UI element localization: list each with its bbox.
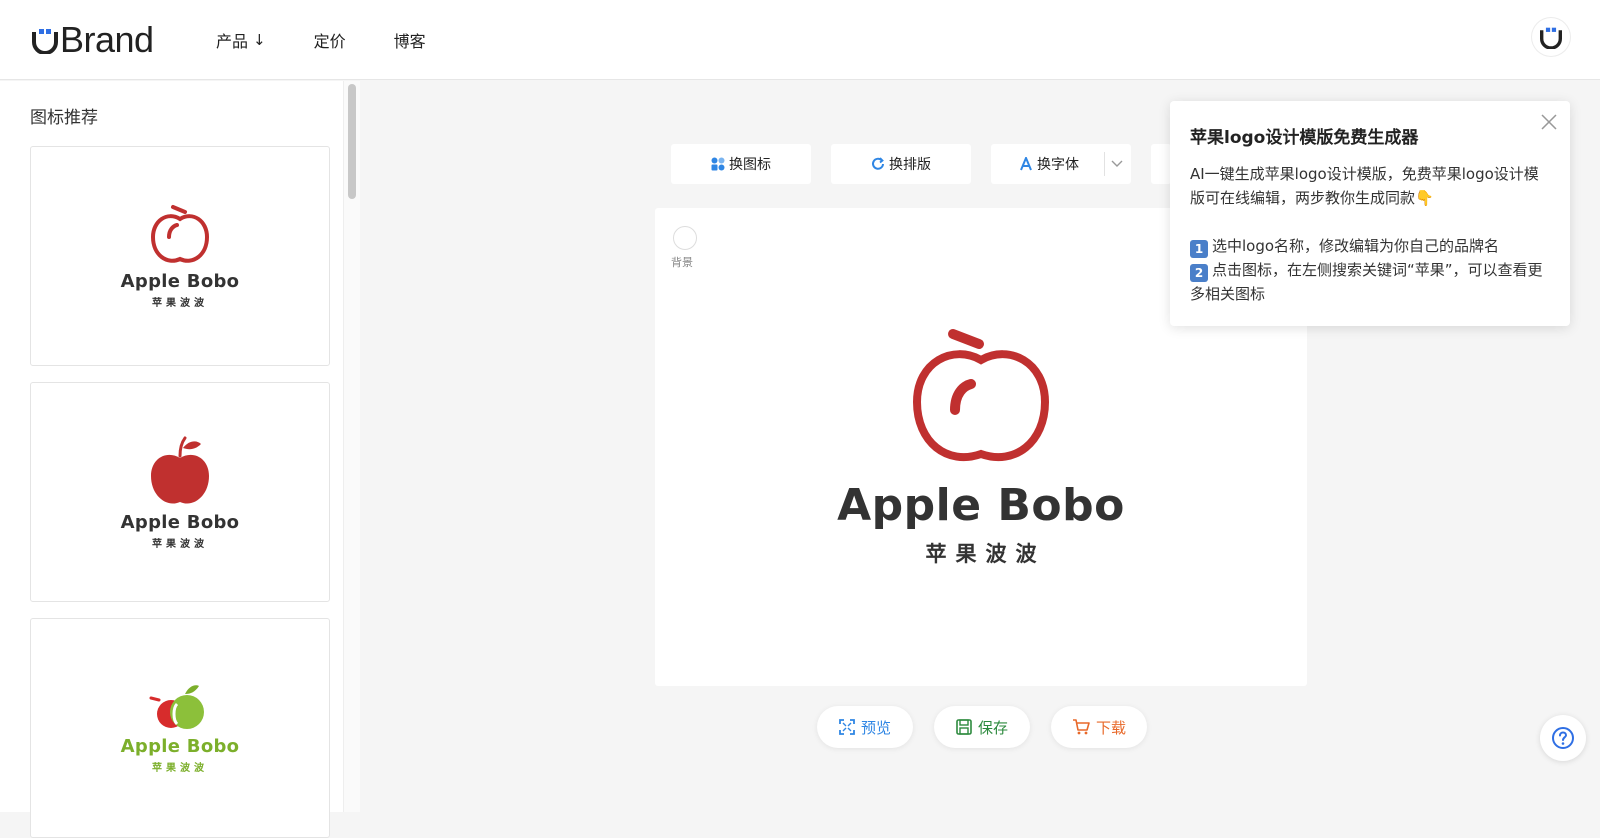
logo-name-text[interactable]: Apple Bobo [655, 480, 1307, 531]
step-2-badge: 2 [1190, 264, 1208, 282]
logo-sub-text[interactable]: 苹果波波 [655, 538, 1307, 568]
popup-spacer [1190, 210, 1550, 234]
nav-blog-label: 博客 [393, 32, 426, 51]
brand-u-icon [32, 29, 58, 54]
logo-card[interactable]: Apple Bobo 苹果波波 [30, 618, 330, 838]
icon-recommend-sidebar: 图标推荐 Apple Bobo 苹果波波 Apple Bobo 苹果波波 App… [0, 81, 360, 838]
card-logo-name: Apple Bobo [120, 512, 240, 533]
brand-name: Brand [60, 19, 154, 60]
cart-icon [1072, 719, 1090, 735]
change-layout-label: 换排版 [889, 157, 931, 173]
popup-step-2-text: 点击图标，在左侧搜索关键词“苹果”，可以查看更多相关图标 [1190, 261, 1543, 303]
nav-products[interactable]: 产品 ↓ [216, 28, 266, 52]
change-font-label: 换字体 [1037, 157, 1079, 173]
close-icon[interactable] [1540, 113, 1558, 131]
sidebar-scrollbar-thumb[interactable] [348, 84, 356, 199]
preview-button[interactable]: 预览 [817, 706, 913, 748]
logo-card[interactable]: Apple Bobo 苹果波波 [30, 146, 330, 366]
background-label: 背景 [671, 256, 693, 269]
card-logo-sub: 苹果波波 [152, 298, 208, 309]
top-header: Brand 产品 ↓ 定价 博客 [0, 0, 1600, 80]
download-button[interactable]: 下载 [1051, 706, 1147, 748]
main-nav: 产品 ↓ 定价 博客 [216, 0, 426, 80]
download-label: 下载 [1095, 718, 1126, 737]
chevron-down-icon[interactable] [1111, 160, 1123, 168]
nav-blog[interactable]: 博客 [394, 28, 426, 52]
save-label: 保存 [977, 718, 1008, 737]
popup-title: 苹果logo设计模版免费生成器 [1190, 128, 1419, 148]
popup-step-1: 1 选中logo名称，修改编辑为你自己的品牌名 [1190, 234, 1550, 258]
apple-solid-icon [151, 436, 209, 504]
step-1-badge: 1 [1190, 240, 1208, 258]
shapes-icon [711, 157, 725, 171]
template-info-popup: 苹果logo设计模版免费生成器 AI一键生成苹果logo设计模版，免费苹果log… [1170, 101, 1570, 326]
arrow-down-icon: ↓ [253, 31, 266, 49]
brand-logo[interactable]: Brand [32, 19, 154, 60]
user-avatar[interactable] [1532, 18, 1570, 56]
help-button[interactable] [1540, 715, 1586, 761]
change-font-button[interactable]: 换字体 [991, 144, 1131, 184]
toolbar-more-button[interactable] [1151, 144, 1171, 184]
card-logo-sub: 苹果波波 [152, 763, 208, 774]
nav-pricing[interactable]: 定价 [314, 28, 346, 52]
card-logo-name: Apple Bobo [120, 736, 240, 757]
expand-icon [839, 719, 855, 735]
preview-label: 预览 [860, 718, 891, 737]
question-icon [1552, 727, 1574, 749]
popup-intro: AI一键生成苹果logo设计模版，免费苹果logo设计模版可在线编辑，两步教你生… [1190, 165, 1539, 207]
nav-products-label: 产品 [216, 32, 249, 51]
background-color-picker[interactable] [673, 226, 697, 250]
sidebar-title: 图标推荐 [30, 108, 98, 128]
apple-outline-icon [150, 205, 210, 263]
change-icon-label: 换图标 [729, 157, 771, 173]
card-logo-sub: 苹果波波 [152, 539, 208, 550]
nav-pricing-label: 定价 [313, 32, 346, 51]
avatar-u-icon [1540, 27, 1562, 49]
save-disk-icon [956, 719, 972, 735]
toolbar-divider [1104, 152, 1105, 176]
logo-card[interactable]: Apple Bobo 苹果波波 [30, 382, 330, 602]
font-a-icon [1020, 157, 1032, 171]
popup-step-1-text: 选中logo名称，修改编辑为你自己的品牌名 [1212, 237, 1500, 255]
change-layout-button[interactable]: 换排版 [831, 144, 971, 184]
change-icon-button[interactable]: 换图标 [671, 144, 811, 184]
apple-green-red-icon [149, 685, 204, 729]
popup-step-2: 2 点击图标，在左侧搜索关键词“苹果”，可以查看更多相关图标 [1190, 258, 1550, 306]
refresh-icon [872, 157, 884, 170]
save-button[interactable]: 保存 [934, 706, 1030, 748]
apple-outline-logo-icon[interactable] [911, 326, 1051, 476]
card-logo-name: Apple Bobo [120, 271, 240, 292]
